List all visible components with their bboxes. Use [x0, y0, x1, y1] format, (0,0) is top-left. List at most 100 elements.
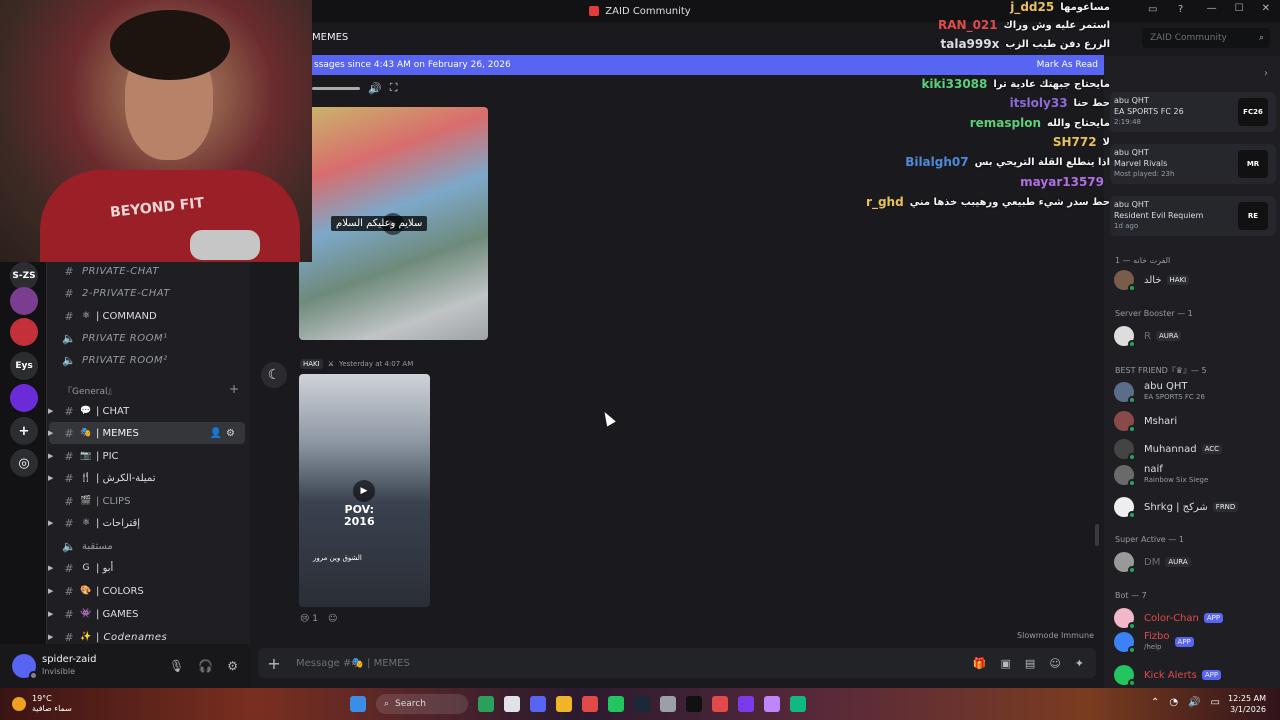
member-item[interactable]: Kick Alerts APP	[1114, 664, 1274, 687]
channel-item[interactable]: # 🎬 | CLIPS	[49, 490, 245, 512]
weather-widget[interactable]: 19°C سماء صافية	[12, 694, 72, 714]
apps-icon[interactable]: ✦	[1075, 657, 1084, 670]
server-icon[interactable]	[10, 318, 38, 346]
hash-icon: #	[64, 607, 74, 621]
message-composer[interactable]: + Message #🎭 | MEMES 🎁 ▣ ▤ ☺ ✦	[258, 648, 1096, 678]
channel-item[interactable]: ▶ # 🎨 | COLORS	[48, 580, 245, 602]
reaction[interactable]: 😢 1	[300, 614, 318, 624]
expand-caret-icon[interactable]: ▶	[48, 429, 53, 437]
message-input[interactable]: Message #🎭 | MEMES	[296, 658, 410, 669]
member-item[interactable]: naif Rainbow Six Siege	[1114, 464, 1274, 487]
chevron-up-icon[interactable]: ⌃	[1151, 697, 1159, 708]
category-general[interactable]: 『General』	[63, 384, 116, 397]
xbox-icon[interactable]	[608, 696, 624, 712]
steam-icon[interactable]	[634, 696, 650, 712]
obs-icon[interactable]	[686, 696, 702, 712]
chrome-icon[interactable]	[582, 696, 598, 712]
battery-icon[interactable]: ▭	[1211, 697, 1220, 708]
app-icon[interactable]	[478, 696, 494, 712]
server-icon[interactable]: S-ZS	[10, 262, 38, 290]
avatar[interactable]	[12, 654, 38, 680]
message-avatar[interactable]: ☾	[261, 362, 287, 388]
server-icon[interactable]	[10, 384, 38, 412]
invite-icon[interactable]: 👤	[210, 428, 226, 439]
channel-item[interactable]: # ⚛ | COMMAND	[49, 305, 245, 327]
channel-item[interactable]: 🔈 PRIVATE ROOM¹	[49, 327, 245, 349]
channel-item[interactable]: #2-PRIVATE-CHAT	[49, 282, 245, 304]
headphones-icon[interactable]: 🎧	[198, 659, 213, 673]
expand-caret-icon[interactable]: ▶	[48, 407, 53, 415]
channel-item[interactable]: ▶ # 📷 | PIC	[48, 445, 245, 467]
channel-item[interactable]: ▶ # 👾 | GAMES	[48, 603, 245, 625]
settings-gear-icon[interactable]: ⚙	[227, 659, 238, 673]
file-explorer-icon[interactable]	[556, 696, 572, 712]
role-tag: HAKI	[300, 359, 323, 369]
volume-icon[interactable]: 🔊	[1188, 697, 1200, 708]
microphone-icon[interactable]: 🎙	[169, 659, 184, 673]
wifi-icon[interactable]: ◔	[1169, 697, 1178, 708]
video-attachment[interactable]: ▶ سلايم وعليكم السلام	[299, 107, 488, 340]
sticker-icon[interactable]: ▤	[1025, 657, 1035, 670]
app-icon[interactable]	[764, 696, 780, 712]
app-icon[interactable]	[790, 696, 806, 712]
discord-icon[interactable]	[530, 696, 546, 712]
avatar	[1114, 632, 1136, 654]
member-group-header: BEST FRIEND『♛』— 5	[1115, 366, 1207, 375]
add-reaction-icon[interactable]: ☺	[328, 614, 337, 624]
expand-caret-icon[interactable]: ▶	[48, 474, 53, 482]
attach-plus-icon[interactable]: +	[258, 654, 290, 673]
explore-icon[interactable]: ◎	[10, 449, 38, 477]
channel-item[interactable]: ▶ # 🎭 | MEMES 👤⚙	[48, 422, 245, 444]
emoji-icon[interactable]: ☺	[1049, 657, 1060, 670]
gif-icon[interactable]: ▣	[1001, 657, 1011, 670]
member-item[interactable]: خالد HAKI	[1114, 269, 1274, 292]
browser-icon[interactable]	[712, 696, 728, 712]
member-name: Mshari	[1144, 415, 1178, 427]
member-item[interactable]: Fizbo/help APP	[1114, 631, 1274, 654]
scrollbar[interactable]	[1095, 524, 1099, 546]
channel-item[interactable]: 🔈 مستقبة	[49, 535, 245, 557]
user-info[interactable]: spider-zaid Invisible	[42, 654, 96, 678]
volume-slider[interactable]	[312, 86, 360, 90]
expand-caret-icon[interactable]: ▶	[48, 452, 53, 460]
member-activity: EA SPORTS FC 26	[1144, 393, 1205, 401]
server-icon[interactable]	[10, 287, 38, 315]
member-item[interactable]: R AURA	[1114, 325, 1274, 348]
channel-name: مستقبة	[82, 540, 113, 552]
app-icon[interactable]	[504, 696, 520, 712]
member-item[interactable]: Color-Chan APP	[1114, 607, 1274, 630]
member-item[interactable]: DM AURA	[1114, 551, 1274, 574]
fullscreen-icon[interactable]: ⛶	[390, 81, 398, 95]
gift-icon[interactable]: 🎁	[973, 657, 987, 670]
member-item[interactable]: Muhannad ACC	[1114, 438, 1274, 461]
add-server-icon[interactable]: +	[10, 417, 38, 445]
video-attachment[interactable]: ▶ POV: 2016 الشوق وين مرور	[299, 374, 430, 607]
settings-icon[interactable]	[660, 696, 676, 712]
windows-start-icon[interactable]	[350, 696, 366, 712]
channel-item[interactable]: ▶ # 💬 | CHAT	[48, 400, 245, 422]
expand-caret-icon[interactable]: ▶	[48, 610, 53, 618]
channel-item[interactable]: ▶ # 🍴 | تميلة-الكرش	[48, 467, 245, 489]
app-icon[interactable]	[738, 696, 754, 712]
channel-item[interactable]: 🔈 PRIVATE ROOM²	[49, 349, 245, 371]
channel-emoji: 🎬	[80, 496, 92, 506]
play-icon[interactable]: ▶	[353, 480, 375, 502]
channel-settings-icon[interactable]: ⚙	[226, 428, 239, 439]
user-panel: spider-zaid Invisible 🎙 🎧 ⚙	[0, 644, 250, 688]
add-channel-icon[interactable]: +	[229, 382, 239, 396]
member-item[interactable]: Shrkg | شركج FRND	[1114, 496, 1274, 519]
member-item[interactable]: abu QHT EA SPORTS FC 26	[1114, 381, 1274, 404]
volume-icon[interactable]: 🔊	[368, 82, 382, 95]
channel-item[interactable]: ▶ # G | أبو	[48, 557, 245, 579]
expand-caret-icon[interactable]: ▶	[48, 633, 53, 641]
server-icon[interactable]: Eys	[10, 352, 38, 380]
channel-name: | إقتراحات	[96, 517, 141, 529]
expand-caret-icon[interactable]: ▶	[48, 519, 53, 527]
channel-item[interactable]: # PRIVATE-CHAT	[49, 260, 245, 282]
channel-item[interactable]: ▶ # ⚛ | إقتراحات	[48, 512, 245, 534]
member-item[interactable]: Mshari	[1114, 410, 1274, 433]
expand-caret-icon[interactable]: ▶	[48, 564, 53, 572]
taskbar-search[interactable]: ⌕ Search	[376, 694, 468, 714]
clock[interactable]: 12:25 AM 3/1/2026	[1228, 693, 1266, 715]
expand-caret-icon[interactable]: ▶	[48, 587, 53, 595]
